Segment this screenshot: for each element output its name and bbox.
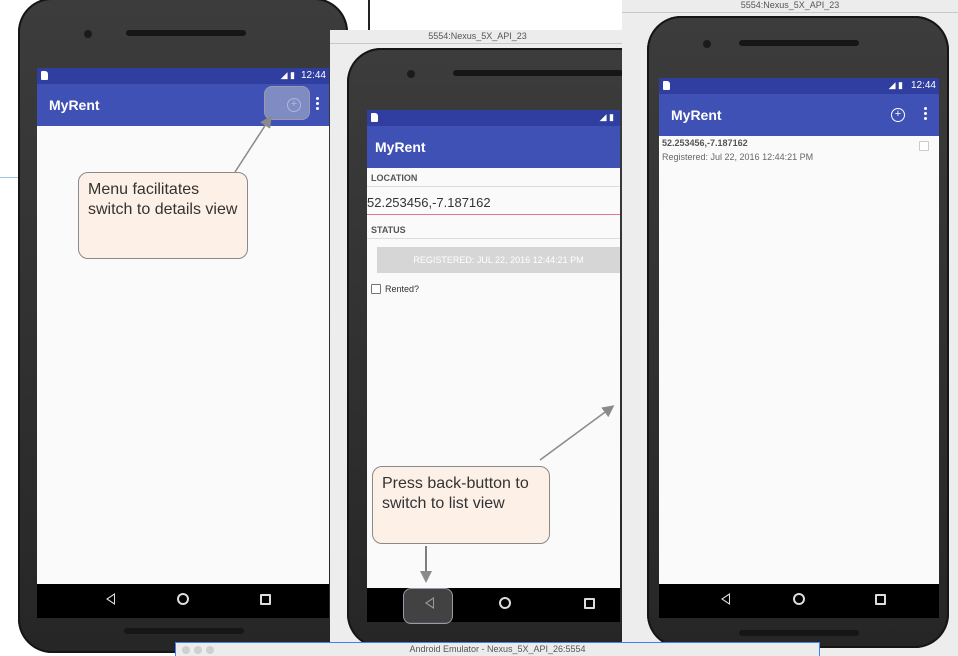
zoom-dot[interactable] xyxy=(206,646,214,654)
status-bar: ◢ ▮ xyxy=(367,110,620,126)
front-camera xyxy=(84,30,92,38)
registered-date-button[interactable]: REGISTERED: JUL 22, 2016 12:44:21 PM xyxy=(377,247,620,273)
location-input[interactable]: 52.253456,-7.187162 xyxy=(367,195,620,215)
top-speaker xyxy=(126,30,246,36)
sd-card-icon xyxy=(663,81,670,90)
app-bar: MyRent + xyxy=(659,94,939,136)
rented-checkbox[interactable] xyxy=(371,284,381,294)
home-icon[interactable] xyxy=(789,591,809,611)
minimize-dot[interactable] xyxy=(194,646,202,654)
tutorial-screenshot: ◢ ▮ 12:44 MyRent + 5554:Nexus_5X_API_23 xyxy=(0,0,958,656)
back-icon[interactable] xyxy=(715,591,735,611)
rented-checkbox[interactable] xyxy=(919,141,929,151)
nav-bar xyxy=(37,584,329,618)
front-camera xyxy=(703,40,711,48)
list-item[interactable]: 52.253456,-7.187162 Registered: Jul 22, … xyxy=(659,136,939,170)
signal-battery-icon: ◢ ▮ xyxy=(280,70,295,80)
signal-battery-icon: ◢ ▮ xyxy=(599,112,614,122)
back-icon[interactable] xyxy=(100,591,120,611)
home-icon[interactable] xyxy=(495,595,515,615)
close-dot[interactable] xyxy=(182,646,190,654)
phone-3-list: ◢ ▮ 12:44 MyRent + 52.253456,-7.187162 R… xyxy=(647,16,949,648)
status-label: STATUS xyxy=(371,225,406,235)
sd-card-icon xyxy=(41,71,48,80)
overflow-menu-icon[interactable] xyxy=(924,107,928,123)
window-title-bar: 5554:Nexus_5X_API_23 xyxy=(622,0,958,13)
bottom-speaker xyxy=(739,630,859,636)
app-title: MyRent xyxy=(375,139,426,155)
back-button-highlight xyxy=(403,588,453,624)
signal-battery-icon: ◢ ▮ xyxy=(888,80,903,90)
recent-apps-icon[interactable] xyxy=(579,595,599,615)
add-circle-icon[interactable]: + xyxy=(891,108,905,122)
app-bar: MyRent xyxy=(367,126,620,168)
bottom-emulator-window: Android Emulator - Nexus_5X_API_26:5554 xyxy=(175,642,820,656)
status-time: 12:44 xyxy=(910,80,936,91)
screen: ◢ ▮ 12:44 MyRent + 52.253456,-7.187162 R… xyxy=(659,78,939,618)
app-title: MyRent xyxy=(671,107,722,123)
status-bar: ◢ ▮ 12:44 xyxy=(37,68,329,84)
nav-bar xyxy=(659,584,939,618)
menu-highlight xyxy=(264,86,310,120)
home-icon[interactable] xyxy=(173,591,193,611)
location-label: LOCATION xyxy=(371,173,418,183)
screen: ◢ ▮ 12:44 MyRent + xyxy=(37,68,329,618)
overflow-menu-icon[interactable] xyxy=(316,97,320,113)
rented-label: Rented? xyxy=(385,284,420,294)
status-time: 12:44 xyxy=(300,70,326,81)
app-title: MyRent xyxy=(49,97,100,113)
sd-card-icon xyxy=(371,113,378,122)
screen: ◢ ▮ MyRent LOCATION 52.253456,-7.187162 … xyxy=(367,110,620,622)
status-bar: ◢ ▮ 12:44 xyxy=(659,78,939,94)
menu-callout: Menu facilitates switch to details view xyxy=(78,172,248,259)
window-title-bar: 5554:Nexus_5X_API_23 xyxy=(330,30,625,44)
back-button-callout: Press back-button to switch to list view xyxy=(372,466,550,544)
list-item-title: 52.253456,-7.187162 xyxy=(662,138,748,148)
list-item-subtitle: Registered: Jul 22, 2016 12:44:21 PM xyxy=(662,152,814,162)
top-speaker xyxy=(453,70,623,76)
phone-2-details: ◢ ▮ MyRent LOCATION 52.253456,-7.187162 … xyxy=(347,48,637,648)
top-speaker xyxy=(739,40,859,46)
recent-apps-icon[interactable] xyxy=(255,591,275,611)
front-camera xyxy=(407,70,415,78)
bottom-speaker xyxy=(124,628,244,634)
bottom-window-title: Android Emulator - Nexus_5X_API_26:5554 xyxy=(409,644,586,654)
recent-apps-icon[interactable] xyxy=(870,591,890,611)
